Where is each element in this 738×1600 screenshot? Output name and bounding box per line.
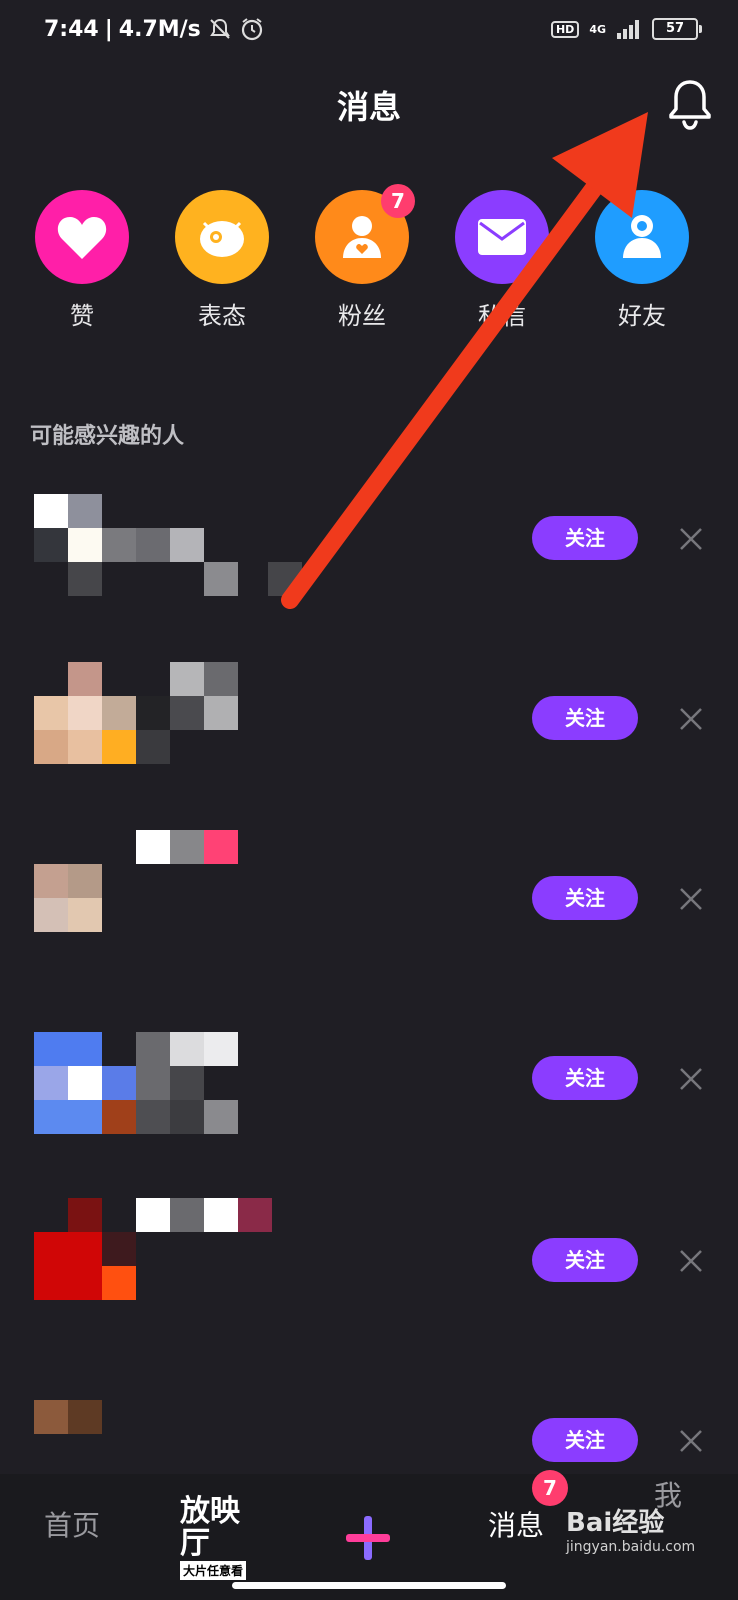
messages-circle[interactable] bbox=[455, 190, 549, 284]
suggestion-row: 关注 bbox=[0, 662, 738, 802]
status-bar: 7:44 | 4.7M/s HD 4G 57 bbox=[0, 0, 738, 64]
quick-actions: 赞 表态 7 粉丝 私信 好友 bbox=[0, 184, 738, 340]
like-circle[interactable] bbox=[35, 190, 129, 284]
quick-like[interactable]: 赞 bbox=[22, 190, 142, 331]
close-icon[interactable] bbox=[678, 1066, 704, 1092]
title-bar: 消息 bbox=[0, 76, 738, 132]
suggestion-row: 关注 bbox=[0, 1198, 738, 1338]
follow-button[interactable]: 关注 bbox=[532, 696, 638, 740]
section-title: 可能感兴趣的人 bbox=[30, 424, 185, 449]
reaction-circle[interactable] bbox=[175, 190, 269, 284]
battery-icon: 57 bbox=[652, 18, 702, 40]
tab-cinema[interactable]: 放映厅 大片任意看 bbox=[180, 1496, 264, 1580]
heart-icon bbox=[57, 217, 107, 259]
fan-icon bbox=[343, 216, 381, 258]
cinema-subtitle: 大片任意看 bbox=[180, 1561, 247, 1580]
follow-button[interactable]: 关注 bbox=[532, 516, 638, 560]
quick-fans[interactable]: 7 粉丝 bbox=[302, 184, 422, 331]
bell-icon[interactable] bbox=[664, 76, 716, 132]
close-icon[interactable] bbox=[678, 886, 704, 912]
fans-badge: 7 bbox=[381, 184, 415, 218]
quick-friends[interactable]: 好友 bbox=[582, 190, 702, 331]
tab-messages[interactable]: 消息 bbox=[488, 1504, 544, 1544]
suggestion-row: 关注 bbox=[0, 1032, 738, 1172]
follow-button[interactable]: 关注 bbox=[532, 1238, 638, 1282]
hd-icon: HD bbox=[550, 20, 580, 38]
suggestion-row: 关注 bbox=[0, 830, 738, 970]
tab-home[interactable]: 首页 bbox=[44, 1504, 100, 1544]
friends-circle[interactable] bbox=[595, 190, 689, 284]
baidu-watermark: Bai经验 jingyan.baidu.com bbox=[566, 1498, 736, 1562]
page-title: 消息 bbox=[336, 88, 401, 126]
follow-button[interactable]: 关注 bbox=[532, 1418, 638, 1462]
alarm-icon bbox=[241, 18, 262, 41]
close-icon[interactable] bbox=[678, 526, 704, 552]
follow-button[interactable]: 关注 bbox=[532, 876, 638, 920]
quick-messages[interactable]: 私信 bbox=[442, 190, 562, 331]
fans-circle[interactable]: 7 bbox=[315, 184, 415, 284]
follow-button[interactable]: 关注 bbox=[532, 1056, 638, 1100]
quick-reaction[interactable]: 表态 bbox=[162, 190, 282, 331]
quick-messages-label: 私信 bbox=[478, 302, 526, 330]
watermark-url: jingyan.baidu.com bbox=[566, 1539, 696, 1555]
signal-icon bbox=[617, 20, 639, 39]
status-time: 7:44 bbox=[44, 16, 99, 42]
close-icon[interactable] bbox=[678, 1248, 704, 1274]
home-indicator bbox=[232, 1582, 506, 1589]
friend-icon bbox=[623, 215, 661, 258]
blurred-avatar[interactable] bbox=[34, 1032, 304, 1142]
mail-icon bbox=[478, 219, 526, 255]
quick-like-label: 赞 bbox=[70, 302, 94, 330]
blurred-avatar[interactable] bbox=[34, 830, 304, 940]
create-plus-icon[interactable] bbox=[344, 1514, 392, 1562]
fish-icon bbox=[200, 221, 244, 257]
watermark-text: Bai经验 bbox=[566, 1508, 665, 1538]
quick-reaction-label: 表态 bbox=[198, 302, 246, 330]
blurred-avatar[interactable] bbox=[34, 494, 304, 604]
network-label: 4G bbox=[589, 22, 606, 36]
close-icon[interactable] bbox=[678, 706, 704, 732]
quick-fans-label: 粉丝 bbox=[338, 302, 386, 330]
messages-tab-badge: 7 bbox=[532, 1470, 568, 1506]
blurred-avatar[interactable] bbox=[34, 662, 304, 772]
blurred-avatar[interactable] bbox=[34, 1198, 304, 1308]
bottom-tab-bar: 首页 放映厅 大片任意看 消息 7 我 Bai经验 jingyan.baidu.… bbox=[0, 1470, 738, 1600]
cinema-logo: 放映厅 bbox=[180, 1494, 240, 1561]
quick-friends-label: 好友 bbox=[618, 302, 666, 330]
status-speed: 4.7M/s bbox=[118, 16, 201, 42]
mute-icon bbox=[209, 18, 230, 39]
close-icon[interactable] bbox=[678, 1428, 704, 1454]
suggestion-row: 关注 bbox=[0, 494, 738, 634]
